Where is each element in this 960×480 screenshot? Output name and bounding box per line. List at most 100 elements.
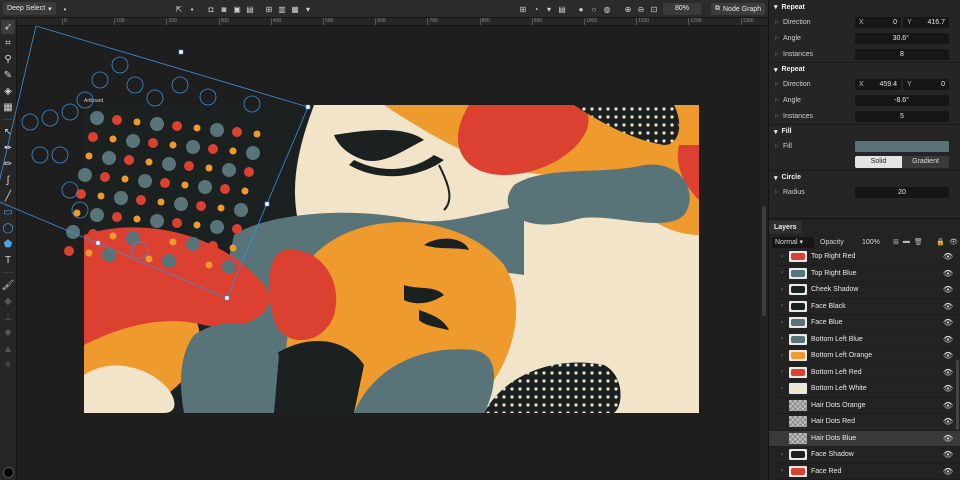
chevron-right-icon[interactable]: › <box>781 320 783 326</box>
zoom-tool-icon[interactable]: ⚲ <box>1 52 15 66</box>
blend-mode-dropdown[interactable]: Normal ▾ <box>772 236 814 248</box>
more-icon[interactable]: ▾ <box>303 4 313 14</box>
folder-icon[interactable]: ▬ <box>903 238 910 246</box>
chevron-down-icon[interactable]: ▾ <box>544 4 554 14</box>
layer-row[interactable]: › Bottom Left White 👁 <box>769 381 960 398</box>
layer-row[interactable]: › Bottom Left Blue 👁 <box>769 332 960 348</box>
instances-field[interactable]: 8 <box>855 48 949 60</box>
grid-icon[interactable]: ⊞ <box>518 4 528 14</box>
eye-icon[interactable]: 👁 <box>943 384 953 393</box>
direction-x-field[interactable]: X0 <box>855 16 901 28</box>
zoom-out-icon[interactable]: ⊖ <box>636 4 646 14</box>
align-icon[interactable]: ⊞ <box>264 4 274 14</box>
ellipse-tool-icon[interactable]: ◯ <box>1 221 15 235</box>
chevron-right-icon[interactable]: › <box>781 353 783 359</box>
gradient-tool-icon[interactable]: ▦ <box>1 100 15 114</box>
chevron-right-icon[interactable]: › <box>781 254 783 260</box>
layer-row[interactable]: › Bottom Left Orange 👁 <box>769 348 960 365</box>
eye-icon[interactable]: 👁 <box>943 467 953 476</box>
artwork[interactable] <box>84 105 699 413</box>
select-tool-icon[interactable]: ➶ <box>1 20 15 34</box>
layer-row[interactable]: Hair Dots Orange 👁 <box>769 398 960 414</box>
boolean-intersect-icon[interactable]: ▣ <box>232 4 242 14</box>
trash-icon[interactable]: 🗑 <box>914 238 923 246</box>
gradient-button[interactable]: Gradient <box>902 156 949 168</box>
snapping-icon[interactable]: ◔ <box>531 4 541 14</box>
fill-tool-icon[interactable]: ◈ <box>1 84 15 98</box>
repeat-section-header-2[interactable]: ▾ Repeat <box>769 62 960 76</box>
scrollbar-thumb[interactable] <box>762 206 766 316</box>
direction-x-field[interactable]: X 459.4 <box>855 78 901 90</box>
globe-icon[interactable]: ◍ <box>602 4 612 14</box>
chevron-right-icon[interactable]: › <box>781 452 783 458</box>
chevron-right-icon[interactable]: ▷ <box>775 35 779 41</box>
curve-tool-icon[interactable]: ∫ <box>1 173 15 187</box>
boolean-exclude-icon[interactable]: ▤ <box>245 4 255 14</box>
eye-icon[interactable]: 👁 <box>943 252 953 261</box>
layer-row[interactable]: › Bottom Left Red 👁 <box>769 365 960 381</box>
layer-row[interactable]: Hair Dots Red 👁 <box>769 414 960 431</box>
eye-icon[interactable]: 👁 <box>943 434 953 443</box>
rectangle-tool-icon[interactable]: ▭ <box>1 205 15 219</box>
lock-icon[interactable]: 🔒 <box>936 238 945 246</box>
boolean-union-icon[interactable]: ◘ <box>206 4 216 14</box>
direction-y-field[interactable]: Y 416.7 <box>903 16 949 28</box>
dodge-tool-icon[interactable]: ☀ <box>1 358 15 372</box>
selection-mode-dropdown[interactable]: Deep Select ▾ <box>3 2 56 15</box>
chevron-right-icon[interactable]: ▷ <box>775 81 779 87</box>
line-tool-icon[interactable]: ╱ <box>1 189 15 203</box>
chevron-right-icon[interactable]: ▷ <box>775 19 779 25</box>
snap-dot-icon[interactable]: • <box>60 4 70 14</box>
cursor-icon[interactable]: ⇱ <box>174 4 184 14</box>
direct-select-tool-icon[interactable]: ↖ <box>1 125 15 139</box>
eye-icon[interactable]: 👁 <box>943 401 953 410</box>
layer-row[interactable]: › Face Black 👁 <box>769 299 960 315</box>
chevron-right-icon[interactable]: › <box>781 336 783 342</box>
eye-icon[interactable]: 👁 <box>943 318 953 327</box>
chevron-right-icon[interactable]: › <box>781 270 783 276</box>
layer-row[interactable]: Hair Dots Blue 👁 <box>769 430 960 447</box>
blur-tool-icon[interactable]: ✹ <box>1 326 15 340</box>
pencil-tool-icon[interactable]: ✏ <box>1 157 15 171</box>
layer-row[interactable]: › Cheek Shadow 👁 <box>769 282 960 299</box>
layer-row[interactable]: › Top Right Blue 👁 <box>769 266 960 282</box>
chevron-right-icon[interactable]: ▷ <box>775 143 779 149</box>
chevron-right-icon[interactable]: › <box>781 303 783 309</box>
solid-button[interactable]: Solid <box>855 156 902 168</box>
crop-tool-icon[interactable]: ⌗ <box>1 36 15 50</box>
guides-icon[interactable]: ▤ <box>557 4 567 14</box>
layers-scrollbar[interactable] <box>956 240 960 480</box>
chevron-right-icon[interactable]: › <box>781 468 783 474</box>
pixel-mode-icon[interactable]: ○ <box>589 4 599 14</box>
boolean-subtract-icon[interactable]: ◙ <box>219 4 229 14</box>
fill-section-header[interactable]: ▾ Fill <box>769 124 960 138</box>
instances-field[interactable]: 5 <box>855 110 949 122</box>
chevron-right-icon[interactable]: ▷ <box>775 97 779 103</box>
chevron-right-icon[interactable]: › <box>781 369 783 375</box>
opacity-value[interactable]: 100% <box>862 239 880 246</box>
zoom-input[interactable]: 80% <box>663 3 701 15</box>
square-icon[interactable]: ▪ <box>187 4 197 14</box>
eye-icon[interactable]: 👁 <box>943 269 953 278</box>
zoom-in-icon[interactable]: ⊕ <box>623 4 633 14</box>
eyedropper-tool-icon[interactable]: ✎ <box>1 68 15 82</box>
stamp-tool-icon[interactable]: ⊥ <box>1 310 15 324</box>
chevron-right-icon[interactable]: ▷ <box>775 51 779 57</box>
eye-icon[interactable]: 👁 <box>943 285 953 294</box>
chevron-right-icon[interactable]: › <box>781 386 783 392</box>
layer-row[interactable]: › Top Right Red 👁 <box>769 249 960 266</box>
eraser-tool-icon[interactable]: ◆ <box>1 294 15 308</box>
chevron-right-icon[interactable]: ▷ <box>775 189 779 195</box>
radius-field[interactable]: 20 <box>855 186 949 198</box>
repeat-section-header[interactable]: ▾ Repeat <box>769 0 960 14</box>
pen-tool-icon[interactable]: ✒ <box>1 141 15 155</box>
arrange-icon[interactable]: ▦ <box>290 4 300 14</box>
chevron-right-icon[interactable]: › <box>781 287 783 293</box>
scrollbar-thumb[interactable] <box>956 360 959 430</box>
eye-icon[interactable]: 👁 <box>943 450 953 459</box>
distribute-icon[interactable]: ▥ <box>277 4 287 14</box>
smudge-tool-icon[interactable]: ▲ <box>1 342 15 356</box>
eye-icon[interactable]: 👁 <box>943 302 953 311</box>
fill-color-swatch[interactable] <box>855 140 949 152</box>
add-layer-icon[interactable]: ⊞ <box>893 238 899 246</box>
